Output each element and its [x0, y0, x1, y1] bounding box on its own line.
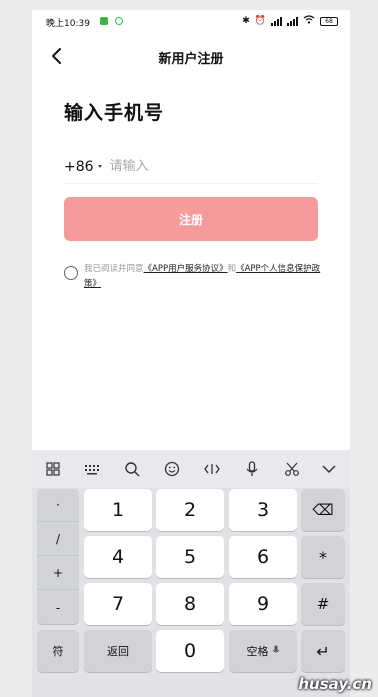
alarm-icon: ⏰ — [254, 16, 266, 26]
notification-icon — [100, 17, 108, 25]
keyboard-icon[interactable] — [81, 458, 103, 480]
key-8[interactable]: 8 — [156, 583, 224, 625]
phone-heading: 输入手机号 — [64, 102, 165, 124]
battery-icon: 68 — [320, 16, 338, 26]
agreement-joiner: 和 — [227, 264, 237, 274]
signal-icon — [271, 16, 282, 26]
key-2[interactable]: 2 — [156, 489, 224, 531]
key-dot[interactable]: · — [37, 489, 79, 522]
space-key[interactable]: 空格 — [229, 630, 297, 672]
agreement-text: 我已阅读并同意《APP用户服务协议》和《APP个人信息保护政策》 — [84, 262, 322, 292]
grid-icon[interactable] — [42, 458, 64, 480]
key-7[interactable]: 7 — [84, 583, 152, 625]
status-icons: ✱ ⏰ 68 — [242, 15, 338, 27]
phone-input[interactable] — [109, 159, 290, 174]
return-key[interactable]: 返回 — [84, 630, 152, 672]
key-minus[interactable]: - — [37, 591, 79, 624]
phone-screen: 晚上10:39 ✱ ⏰ 68 新用户注册 输入手机号 +86 注册 — [32, 10, 350, 697]
key-0[interactable]: 0 — [156, 630, 224, 672]
backspace-key[interactable]: ⌫ — [301, 489, 345, 531]
keyboard-toolbar — [32, 450, 350, 488]
search-icon[interactable] — [121, 458, 143, 480]
bluetooth-icon: ✱ — [242, 16, 250, 26]
microphone-icon[interactable] — [241, 458, 263, 480]
sync-icon — [115, 17, 123, 25]
key-slash[interactable]: / — [37, 523, 79, 556]
key-asterisk[interactable]: * — [301, 536, 345, 578]
country-code-selector[interactable]: +86 — [64, 159, 102, 175]
phone-number-row: +86 — [64, 150, 318, 184]
register-button[interactable]: 注册 — [64, 197, 318, 241]
scissors-icon[interactable] — [281, 458, 303, 480]
enter-key[interactable]: ↵ — [301, 630, 345, 672]
key-hash[interactable]: # — [301, 583, 345, 625]
mic-small-icon — [272, 645, 280, 658]
key-9[interactable]: 9 — [229, 583, 297, 625]
key-5[interactable]: 5 — [156, 536, 224, 578]
app-header: 新用户注册 — [32, 40, 350, 72]
collapse-chevron-icon[interactable] — [318, 458, 340, 480]
key-plus[interactable]: + — [37, 557, 79, 590]
dropdown-caret-icon — [97, 165, 102, 168]
cursor-icon[interactable] — [201, 458, 223, 480]
signal-icon-2 — [287, 16, 298, 26]
status-time: 晚上10:39 — [46, 19, 90, 29]
country-code: +86 — [64, 158, 94, 175]
space-key-label: 空格 — [246, 645, 269, 658]
agreement-prefix: 我已阅读并同意 — [84, 264, 144, 274]
service-agreement-link[interactable]: 《APP用户服务协议》 — [144, 264, 228, 274]
symbol-column: · / + - — [37, 489, 79, 624]
agreement-checkbox[interactable] — [64, 266, 78, 280]
key-4[interactable]: 4 — [84, 536, 152, 578]
emoji-icon[interactable] — [161, 458, 183, 480]
key-3[interactable]: 3 — [229, 489, 297, 531]
symbols-key[interactable]: 符 — [37, 630, 79, 672]
page-header-title: 新用户注册 — [158, 52, 224, 67]
watermark: husay.cn — [298, 675, 372, 693]
key-1[interactable]: 1 — [84, 489, 152, 531]
key-6[interactable]: 6 — [229, 536, 297, 578]
wifi-icon — [303, 15, 315, 27]
status-bar: 晚上10:39 ✱ ⏰ 68 — [32, 10, 350, 34]
